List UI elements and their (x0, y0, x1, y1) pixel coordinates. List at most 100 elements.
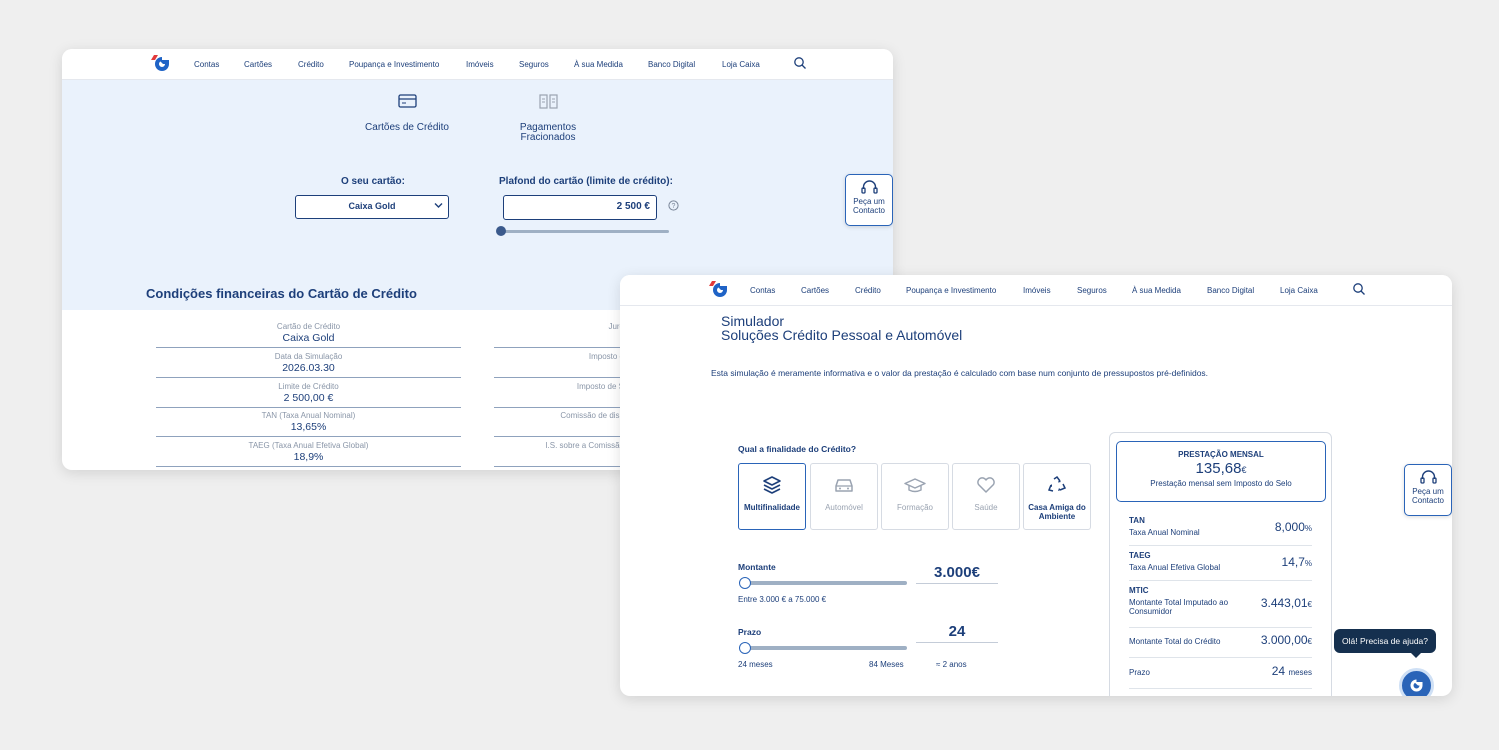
search-icon[interactable] (793, 56, 807, 70)
purpose-casa-amiga-ambiente[interactable]: Casa Amiga do Ambiente (1023, 463, 1091, 530)
purpose-formacao[interactable]: Formação (881, 463, 949, 530)
conditions-title: Condições financeiras do Cartão de Crédi… (146, 286, 417, 301)
nav-cartoes[interactable]: Cartões (244, 60, 272, 69)
term-value[interactable]: 24 (916, 623, 998, 643)
chat-prompt-bubble[interactable]: Olá! Precisa de ajuda? (1334, 629, 1436, 658)
nav-contas[interactable]: Contas (194, 60, 219, 69)
purpose-automovel[interactable]: Automóvel (810, 463, 878, 530)
monthly-payment-heading: PRESTAÇÃO MENSAL (1178, 450, 1264, 459)
nav-loja-caixa[interactable]: Loja Caixa (722, 60, 760, 69)
nav-credito[interactable]: Crédito (855, 286, 881, 295)
result-unit: € (1307, 637, 1312, 646)
nav-imoveis[interactable]: Imóveis (466, 60, 494, 69)
headset-icon (1419, 470, 1437, 484)
nav-a-sua-medida[interactable]: À sua Medida (1132, 286, 1181, 295)
contact-request-button[interactable]: Peça um Contacto (1404, 464, 1452, 516)
condition-row-right: Imposto de S (494, 378, 624, 408)
condition-value: Caixa Gold (282, 332, 335, 344)
condition-row: Data da Simulação 2026.03.30 (156, 348, 461, 378)
condition-row-right: Juro (494, 318, 624, 348)
result-row-term: Prazo 24 meses (1129, 663, 1312, 689)
top-navigation: Contas Cartões Crédito Poupança e Invest… (620, 275, 1452, 306)
nav-loja-caixa[interactable]: Loja Caixa (1280, 286, 1318, 295)
purpose-label: Casa Amiga do Ambiente (1028, 503, 1086, 521)
condition-value: 18,9% (293, 451, 324, 463)
result-value: 3.443,01€ (1261, 596, 1312, 610)
monthly-payment-value: 135,68€ (1117, 460, 1325, 477)
layers-icon (763, 476, 781, 494)
tab-pagamentos-fracionados[interactable]: Pagamentos Fracionados (502, 94, 594, 143)
result-desc: Prazo (1129, 668, 1150, 677)
monthly-payment-amount: 135,68 (1195, 460, 1242, 477)
heart-icon (977, 477, 995, 493)
result-row-mtic: MTIC Montante Total Imputado ao Consumid… (1129, 586, 1312, 628)
result-number: 3.443,01 (1260, 596, 1308, 610)
condition-label: TAEG (Taxa Anual Efetiva Global) (248, 441, 369, 450)
search-icon[interactable] (1352, 282, 1366, 296)
contact-label-line1: Peça um (853, 197, 885, 206)
credit-limit-slider-track[interactable] (501, 230, 669, 233)
split-payment-icon (538, 94, 558, 109)
contact-request-button[interactable]: Peça um Contacto (845, 174, 893, 226)
result-unit: % (1304, 524, 1312, 533)
cgd-logo[interactable] (709, 280, 731, 300)
tab-label: Cartões de Crédito (365, 122, 449, 133)
term-label: Prazo (738, 627, 762, 637)
nav-poupanca[interactable]: Poupança e Investimento (349, 60, 439, 69)
nav-banco-digital[interactable]: Banco Digital (648, 60, 695, 69)
nav-poupanca[interactable]: Poupança e Investimento (906, 286, 996, 295)
card-select-label: O seu cartão: (341, 176, 405, 187)
nav-a-sua-medida[interactable]: À sua Medida (574, 60, 623, 69)
nav-banco-digital[interactable]: Banco Digital (1207, 286, 1254, 295)
term-slider-thumb[interactable] (739, 642, 751, 654)
purpose-multifinalidade[interactable]: Multifinalidade (738, 463, 806, 530)
graduation-cap-icon (904, 478, 926, 493)
nav-credito[interactable]: Crédito (298, 60, 324, 69)
nav-imoveis[interactable]: Imóveis (1023, 286, 1051, 295)
monthly-payment-subtitle: Prestação mensal sem Imposto do Selo (1150, 479, 1292, 488)
result-desc: Montante Total do Crédito (1129, 637, 1221, 646)
credit-limit-input[interactable]: 2 500 € (503, 195, 657, 220)
condition-value: 2 500,00 € (283, 392, 334, 404)
nav-contas[interactable]: Contas (750, 286, 775, 295)
condition-row: Cartão de Crédito Caixa Gold (156, 318, 461, 348)
monthly-payment-box: PRESTAÇÃO MENSAL 135,68€ Prestação mensa… (1116, 441, 1326, 502)
condition-row: TAEG (Taxa Anual Efetiva Global) 18,9% (156, 437, 461, 467)
nav-seguros[interactable]: Seguros (1077, 286, 1107, 295)
help-icon[interactable]: ? (668, 200, 679, 211)
result-desc: Taxa Anual Nominal (1129, 528, 1200, 537)
result-value: 3.000,00€ (1261, 633, 1312, 647)
condition-label: Imposto de S (576, 382, 624, 391)
credit-limit-slider-thumb[interactable] (496, 226, 506, 236)
purpose-saude[interactable]: Saúde (952, 463, 1020, 530)
result-value: 24 meses (1272, 664, 1312, 678)
condition-label: Cartão de Crédito (276, 322, 341, 331)
monthly-payment-currency: € (1241, 465, 1247, 475)
page-title: Simulador Soluções Crédito Pessoal e Aut… (721, 314, 962, 342)
page-title-line2: Soluções Crédito Pessoal e Automóvel (721, 327, 963, 343)
card-select[interactable]: Caixa Gold (295, 195, 449, 219)
chevron-down-icon (434, 203, 443, 208)
amount-slider-track[interactable] (742, 581, 907, 585)
nav-seguros[interactable]: Seguros (519, 60, 549, 69)
page-title-line1: Simulador (721, 313, 785, 329)
amount-slider-thumb[interactable] (739, 577, 751, 589)
nav-cartoes[interactable]: Cartões (801, 286, 829, 295)
chat-assistant-button[interactable] (1399, 668, 1434, 696)
condition-label: Imposto d (588, 352, 624, 361)
result-row-total-credit: Montante Total do Crédito 3.000,00€ (1129, 633, 1312, 658)
purpose-label: Saúde (974, 503, 998, 512)
disclaimer-text: Esta simulação é meramente informativa e… (711, 368, 1209, 378)
purpose-label: Formação (896, 503, 933, 512)
result-key: TAN (1129, 516, 1145, 525)
tab-cartoes-credito[interactable]: Cartões de Crédito (354, 94, 460, 133)
condition-label: TAN (Taxa Anual Nominal) (261, 411, 356, 420)
headset-icon (860, 180, 878, 194)
cgd-logo[interactable] (151, 54, 173, 74)
amount-value[interactable]: 3.000€ (916, 564, 998, 584)
recycle-icon (1047, 475, 1067, 492)
condition-row-right: I.S. sobre a Comissão (494, 437, 624, 467)
result-value: 14,7% (1282, 555, 1312, 569)
term-slider-track[interactable] (742, 646, 907, 650)
result-key: MTIC (1129, 586, 1149, 595)
